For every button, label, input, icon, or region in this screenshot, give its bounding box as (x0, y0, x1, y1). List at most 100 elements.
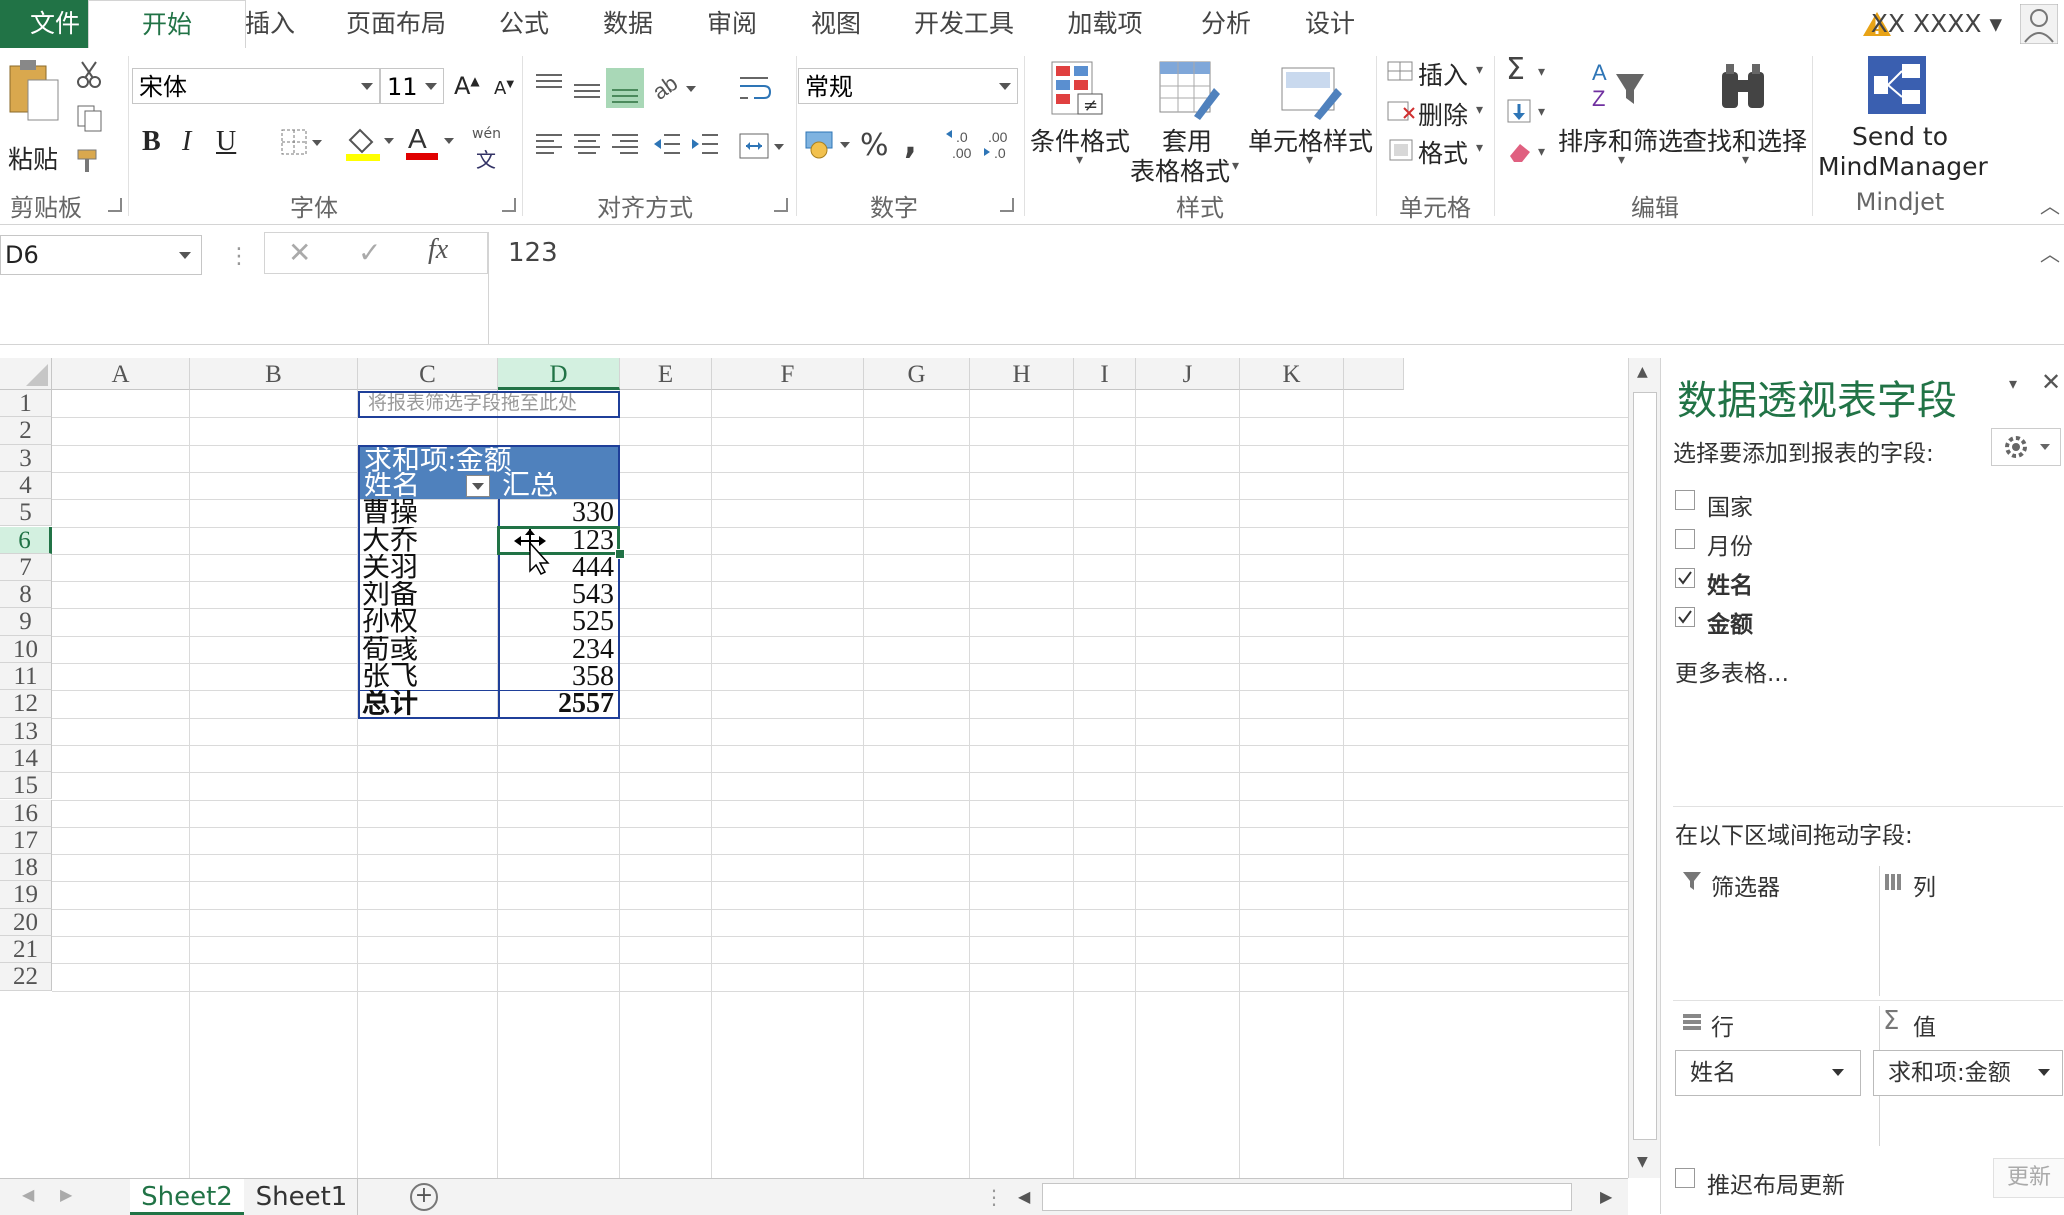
font-color-icon[interactable]: A (404, 123, 456, 166)
row-header[interactable]: 10 (0, 635, 52, 663)
scroll-down-icon[interactable]: ▼ (1637, 1154, 1648, 1170)
chevron-down-icon[interactable]: ▾ (1232, 158, 1239, 174)
format-cells-button[interactable]: 格式 (1418, 134, 1468, 170)
underline-button[interactable]: U (216, 126, 236, 158)
pivot-row-label[interactable]: 刘备 (362, 581, 498, 608)
field-checkbox-name[interactable] (1675, 568, 1695, 588)
align-right-icon[interactable] (610, 132, 640, 160)
tab-page-layout[interactable]: 页面布局 (336, 0, 456, 48)
row-header[interactable]: 7 (0, 553, 52, 582)
autosum-icon[interactable]: Σ (1506, 52, 1525, 87)
number-format-combo[interactable]: 常规 (798, 68, 1018, 104)
borders-icon[interactable] (280, 128, 324, 162)
scroll-right-icon[interactable]: ▶ (1600, 1187, 1612, 1206)
scroll-thumb[interactable] (1633, 392, 1657, 1140)
more-icon[interactable]: ⋮ (228, 244, 250, 269)
chevron-down-icon[interactable]: ▾ (1538, 144, 1545, 160)
row-header[interactable]: 17 (0, 826, 52, 855)
align-bottom-icon[interactable] (606, 68, 644, 112)
row-header[interactable]: 5 (0, 499, 52, 527)
prev-sheet-icon[interactable]: ◀ (22, 1185, 34, 1204)
column-header[interactable]: D (498, 358, 620, 390)
row-header[interactable]: 6 (0, 526, 52, 554)
cancel-icon[interactable]: ✕ (288, 236, 311, 269)
column-header[interactable]: J (1136, 358, 1240, 390)
conditional-formatting-icon[interactable]: ≠ (1048, 58, 1108, 124)
chevron-down-icon[interactable]: ▾ (1476, 102, 1483, 118)
column-header[interactable]: I (1074, 358, 1136, 390)
increase-decimal-icon[interactable]: .0.00 (946, 128, 982, 166)
delete-cells-icon[interactable] (1386, 98, 1416, 128)
mindmanager-icon[interactable] (1866, 54, 1928, 120)
filter-drop-zone[interactable]: 将报表筛选字段拖至此处 (358, 391, 620, 419)
format-as-table-icon[interactable] (1156, 58, 1222, 124)
column-header[interactable]: C (358, 358, 498, 390)
scroll-left-icon[interactable]: ◀ (1018, 1187, 1030, 1206)
pivot-row-label[interactable]: 曹操 (362, 499, 498, 526)
column-header[interactable] (1344, 358, 1404, 390)
tab-data[interactable]: 数据 (588, 0, 668, 48)
fill-down-icon[interactable] (1506, 98, 1534, 130)
chevron-down-icon[interactable]: ▾ (1538, 104, 1545, 120)
collapse-formula-icon[interactable]: ︿ (2040, 238, 2060, 267)
pivot-value-cell[interactable]: 330 (498, 499, 620, 526)
horizontal-scrollbar[interactable]: ◀ ▶ (1010, 1179, 1628, 1215)
more-icon[interactable]: ⋮ (984, 1185, 1004, 1209)
column-header[interactable]: B (190, 358, 358, 390)
row-filter-dropdown-icon[interactable] (466, 474, 490, 497)
row-header[interactable]: 16 (0, 799, 52, 827)
close-icon[interactable]: ✕ (2041, 368, 2061, 396)
column-header[interactable]: G (864, 358, 970, 390)
pivot-row-label[interactable]: 荀彧 (362, 636, 498, 663)
gear-icon[interactable] (1991, 428, 2061, 466)
row-header[interactable]: 20 (0, 908, 52, 936)
collapse-ribbon-icon[interactable]: ︿ (2040, 190, 2060, 219)
defer-update-checkbox[interactable] (1675, 1168, 1695, 1188)
font-size-combo[interactable]: 11 (380, 68, 444, 104)
enter-icon[interactable]: ✓ (358, 236, 381, 269)
pivot-row-label[interactable]: 关羽 (362, 554, 498, 581)
chevron-down-icon[interactable]: ▾ (1476, 140, 1483, 156)
pivot-value-cell[interactable]: 525 (498, 608, 620, 635)
merge-center-icon[interactable] (738, 132, 786, 166)
fill-handle[interactable] (615, 548, 625, 559)
sort-filter-icon[interactable]: AZ (1588, 58, 1648, 124)
format-as-table-line2[interactable]: 表格格式 (1130, 152, 1230, 188)
wrap-text-icon[interactable] (738, 74, 772, 108)
row-header[interactable]: 14 (0, 744, 52, 773)
phonetic-top[interactable]: wén (472, 126, 501, 142)
bold-button[interactable]: B (142, 126, 161, 158)
chevron-down-icon[interactable]: ▾ (1618, 152, 1625, 168)
formula-input[interactable] (488, 232, 2064, 344)
paste-icon[interactable] (6, 56, 62, 130)
format-painter-icon[interactable] (76, 148, 104, 178)
row-header[interactable]: 3 (0, 444, 52, 472)
column-header[interactable]: A (52, 358, 190, 390)
tab-view[interactable]: 视图 (796, 0, 876, 48)
row-header[interactable]: 21 (0, 936, 52, 964)
cell-styles-icon[interactable] (1278, 58, 1344, 124)
phonetic-icon[interactable]: 文 (476, 144, 496, 173)
font-launcher-icon[interactable] (502, 198, 516, 212)
orientation-icon[interactable]: ab (648, 70, 698, 110)
avatar-icon[interactable] (2019, 3, 2059, 45)
values-field-dropdown[interactable]: 求和项:金额 (1873, 1050, 2063, 1096)
send-to-mindmanager-line1[interactable]: Send to (1852, 122, 1948, 151)
font-name-combo[interactable]: 宋体 (132, 68, 380, 104)
tab-design[interactable]: 设计 (1290, 0, 1370, 48)
tab-developer[interactable]: 开发工具 (904, 0, 1024, 48)
tab-insert[interactable]: 插入 (230, 0, 310, 48)
accounting-format-icon[interactable] (804, 128, 852, 166)
chevron-down-icon[interactable]: ▾ (1076, 152, 1083, 168)
insert-cells-button[interactable]: 插入 (1418, 56, 1468, 92)
next-sheet-icon[interactable]: ▶ (60, 1185, 72, 1204)
name-box[interactable]: D6 (0, 235, 202, 275)
sheet-tab-sheet1[interactable]: Sheet1 (246, 1179, 358, 1215)
pivot-value-cell[interactable]: 543 (498, 581, 620, 608)
increase-indent-icon[interactable] (690, 132, 720, 160)
sheet-tab-sheet2[interactable]: Sheet2 (130, 1179, 244, 1215)
align-middle-icon[interactable] (572, 78, 602, 106)
align-top-icon[interactable] (534, 72, 564, 100)
row-header[interactable]: 12 (0, 690, 52, 718)
tab-analyze[interactable]: 分析 (1186, 0, 1266, 48)
